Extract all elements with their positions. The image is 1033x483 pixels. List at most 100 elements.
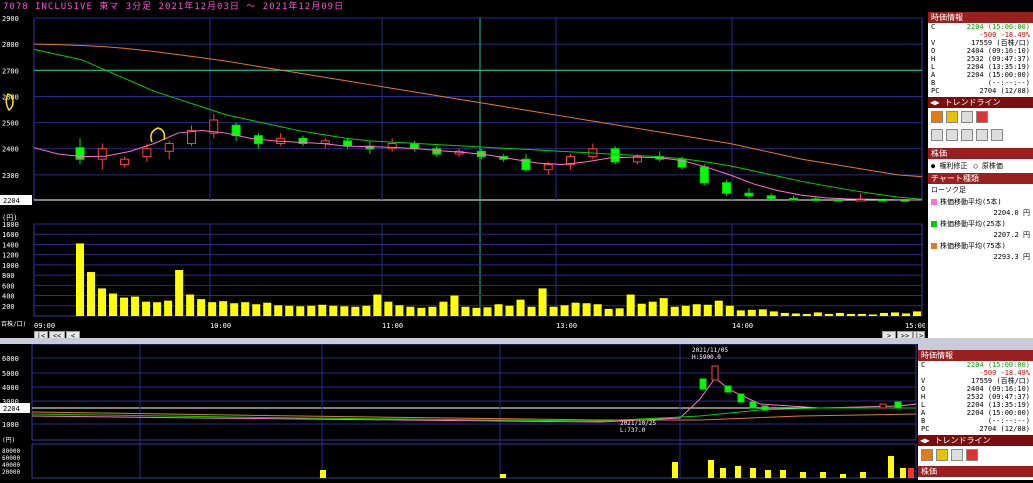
quote2-key: L xyxy=(921,401,926,409)
time-axis-label: 14:00 xyxy=(732,322,753,330)
candle-type-label: ローソク足 xyxy=(931,186,966,194)
volume-bar xyxy=(494,304,503,316)
delete-tool-icon[interactable] xyxy=(976,111,988,123)
sub-price-label: 6000 xyxy=(2,355,19,363)
candle-body xyxy=(432,148,442,155)
secondary-chart[interactable]: 6000 5000 4000 3000 2204 1000 2021/11/05 H:5900… xyxy=(0,343,918,480)
sub-low-value: L:737.0 xyxy=(620,427,646,434)
volume-bar xyxy=(648,301,657,316)
volume-bar xyxy=(780,312,789,316)
volume-axis-label: 1800 xyxy=(2,221,19,229)
quote-key: A xyxy=(931,71,936,79)
chart-type-header: チャート種類 xyxy=(928,173,1033,184)
quote2-row: V 17559 (百株/口) xyxy=(918,377,1033,385)
volume-bar xyxy=(890,312,899,316)
radio-original-label: 原株価 xyxy=(981,162,1003,170)
volume-bar xyxy=(153,302,162,316)
legend-ma5[interactable]: 株価移動平均(5本) xyxy=(928,196,1033,208)
candle-body xyxy=(789,197,799,201)
sub-volume-bar xyxy=(780,470,786,478)
main-chart[interactable]: 2900 2800 2700 2600 2500 2400 2300 2204 (円) 1800 1… xyxy=(0,14,926,334)
price-axis-label: 2400 xyxy=(2,146,19,154)
radio-original[interactable]: ○ 原株価 xyxy=(973,161,1002,171)
sub-volume-bar xyxy=(735,466,741,478)
quote-row: -500 -18.49% xyxy=(928,31,1033,39)
volume-bar xyxy=(472,307,481,316)
sub-volume-bar xyxy=(720,468,726,478)
quote-key: O xyxy=(931,47,936,55)
legend-ma25[interactable]: 株価移動平均(25本) xyxy=(928,218,1033,230)
pen-tool-icon[interactable] xyxy=(931,111,943,123)
sub-candle xyxy=(737,393,745,403)
volume-axis-label: 800 xyxy=(2,272,15,280)
time-axis-label: 15:00 xyxy=(905,322,925,330)
candlestick-chart[interactable]: 29002800270026002500240023002204(円)18001… xyxy=(0,14,926,334)
quote-row: L 2204 (13:35:19) xyxy=(928,63,1033,71)
volume-unit-bottom: 百株/口) xyxy=(1,320,26,328)
volume-bar xyxy=(142,301,151,316)
volume-bar xyxy=(461,306,470,316)
quote-panel: 時価情報 C 2204 (15:00:00) -500 -18.49% V 17559 … xyxy=(928,12,1033,338)
parallel2-tool-icon[interactable] xyxy=(951,449,963,461)
trendline-header[interactable]: ◀▶ トレンドライン xyxy=(928,97,1033,108)
candle-body xyxy=(120,158,130,165)
text-tool-icon[interactable] xyxy=(961,129,973,141)
volume-bar xyxy=(670,306,679,316)
chart-title: 7078 INCLUSIVE 東マ 3分足 2021年12月03日 ～ 2021… xyxy=(0,0,928,14)
volume-bar xyxy=(879,312,888,316)
candle-body xyxy=(142,148,152,158)
line-tool-icon[interactable] xyxy=(946,111,958,123)
candle-body xyxy=(766,195,776,199)
save-tool-icon[interactable] xyxy=(991,129,1003,141)
price-axis-label: 2900 xyxy=(2,15,19,23)
quote2-key xyxy=(918,369,935,377)
volume-bar xyxy=(230,303,239,316)
line2-tool-icon[interactable] xyxy=(936,449,948,461)
volume-bar xyxy=(659,298,668,316)
candle-body xyxy=(811,198,821,201)
copy-tool-icon[interactable] xyxy=(976,129,988,141)
quote2-value: -500 -18.49% xyxy=(979,369,1030,377)
grid-tool-icon[interactable] xyxy=(931,129,943,141)
legend-ma75[interactable]: 株価移動平均(75本) xyxy=(928,240,1033,252)
ma75-value: 2293.3 円 xyxy=(993,253,1030,261)
parallel-tool-icon[interactable] xyxy=(961,111,973,123)
candle-body xyxy=(610,148,620,163)
quote-key: B xyxy=(931,79,936,87)
sub-high-date: 2021/11/05 xyxy=(692,347,729,354)
sub-low-date: 2021/10/25 xyxy=(620,420,657,427)
sub-volume-label: 20000 xyxy=(2,469,20,476)
play2-icon: ◀▶ xyxy=(920,436,935,445)
sub-price-label: 1000 xyxy=(2,421,19,429)
volume-bar xyxy=(296,306,305,316)
volume-axis-label: 1000 xyxy=(2,262,19,270)
volume-bar xyxy=(747,309,756,316)
fib-tool-icon[interactable] xyxy=(946,129,958,141)
sub-volume-label: 60000 xyxy=(2,455,20,462)
quote-value: 17559 (百株/口) xyxy=(971,39,1030,47)
volume-bar xyxy=(758,309,767,316)
radio-adjusted[interactable]: ● 権利修正 xyxy=(931,161,967,171)
quote2-row: -500 -18.49% xyxy=(918,369,1033,377)
volume-bar xyxy=(483,307,492,316)
volume-bar xyxy=(208,302,217,316)
quote-row: A 2204 (15:00:00) xyxy=(928,71,1033,79)
volume-bar xyxy=(703,304,712,316)
sub-volume-bar xyxy=(320,470,326,478)
volume-bar xyxy=(351,306,360,316)
delete2-tool-icon[interactable] xyxy=(966,449,978,461)
volume-bar xyxy=(714,300,723,316)
sub-volume-bar xyxy=(750,468,756,478)
radio-adjusted-label: 権利修正 xyxy=(939,162,968,170)
candle-body xyxy=(722,182,732,194)
ma25-swatch xyxy=(931,221,937,227)
sub-candle xyxy=(711,365,719,381)
volume-bar xyxy=(87,272,96,316)
volume-bar xyxy=(791,313,800,316)
trendline2-header[interactable]: ◀▶ トレンドライン xyxy=(918,435,1033,446)
long-range-chart[interactable]: 6000500040003000220410002021/11/05H:5900… xyxy=(0,343,918,480)
candle-body xyxy=(75,147,85,160)
pen2-tool-icon[interactable] xyxy=(921,449,933,461)
candle-body xyxy=(699,166,709,184)
volume-bar xyxy=(901,313,910,316)
